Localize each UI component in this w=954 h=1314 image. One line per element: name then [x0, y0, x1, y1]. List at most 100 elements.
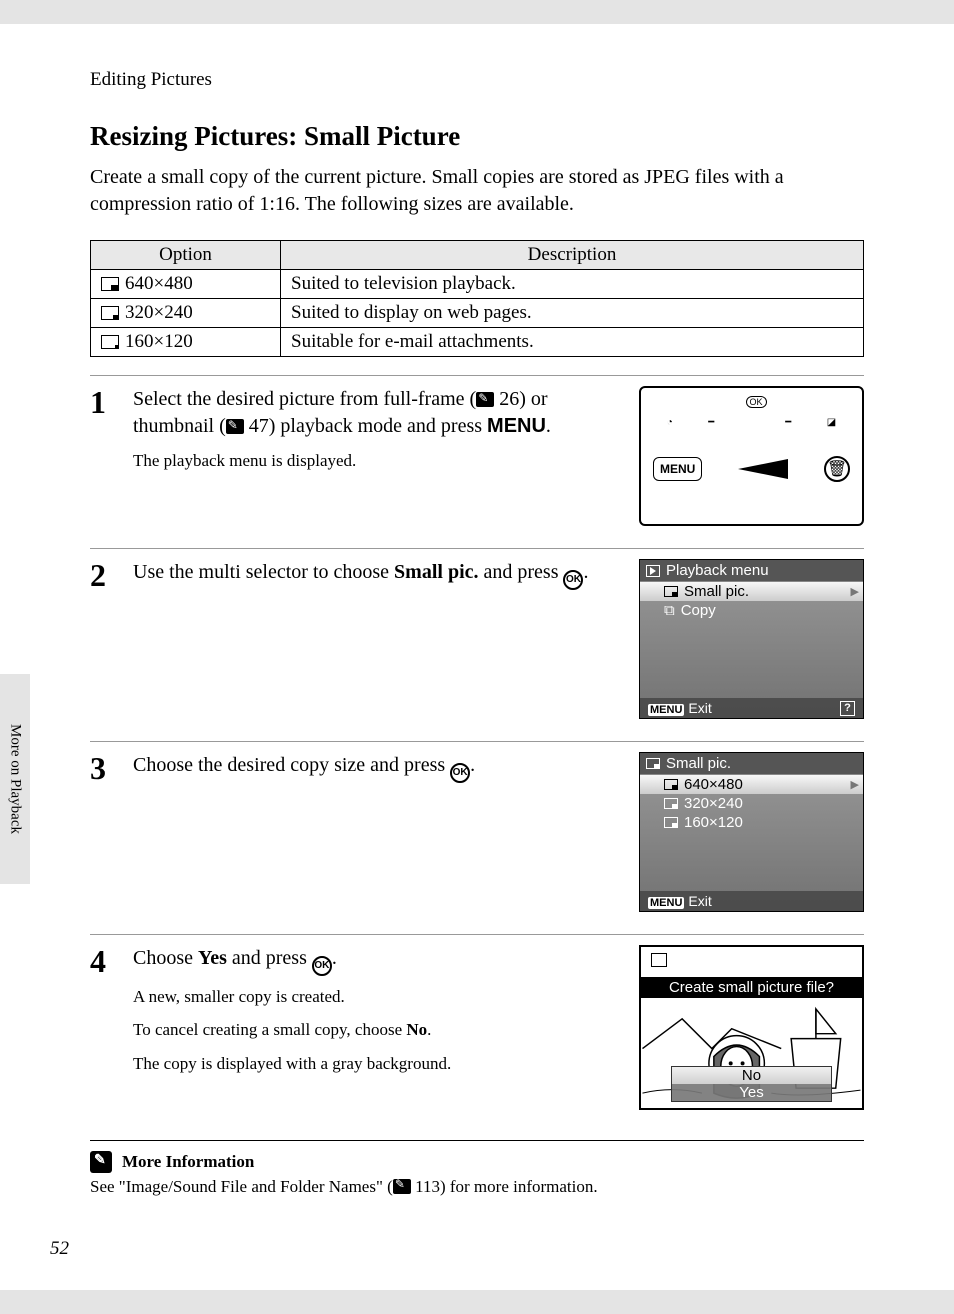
ok-label: OK — [746, 396, 767, 408]
menu-tag-icon: MENU — [648, 704, 684, 716]
menu-button[interactable]: MENU — [653, 457, 702, 481]
page-title: Resizing Pictures: Small Picture — [90, 121, 864, 152]
th-option: Option — [91, 241, 281, 270]
more-info-title: More Information — [122, 1152, 254, 1172]
exposure-icon: ◪ — [827, 417, 836, 428]
arrow-left-icon — [738, 459, 788, 479]
option-yes[interactable]: Yes — [672, 1084, 831, 1101]
more-info-text-b: ) for more information. — [440, 1177, 598, 1196]
breadcrumb: Editing Pictures — [90, 69, 864, 91]
lcd-playback-menu: Playback menu Small pic. ⧉Copy MENUExit … — [639, 559, 864, 719]
help-icon[interactable]: ? — [840, 701, 855, 716]
th-description: Description — [281, 241, 864, 270]
table-row: 640×480 Suited to television playback. — [91, 270, 864, 299]
menu-item-copy[interactable]: ⧉Copy — [640, 601, 863, 620]
step1-text-a: Select the desired picture from full-fra… — [133, 388, 476, 410]
size-icon-640 — [664, 779, 678, 790]
playback-icon — [646, 565, 660, 577]
menu-item-640[interactable]: 640×480 — [640, 775, 863, 794]
menu-tag-icon: MENU — [648, 897, 684, 909]
ok-icon: OK — [312, 956, 332, 976]
ok-icon: OK — [450, 763, 470, 783]
option-no[interactable]: No — [672, 1067, 831, 1084]
dash-icon: ━ — [785, 417, 791, 428]
desc-320: Suited to display on web pages. — [281, 299, 864, 328]
step3-text-b: . — [470, 754, 475, 776]
copy-icon: ⧉ — [664, 602, 675, 619]
step2-text-b: and press — [479, 561, 564, 583]
menu-item-160[interactable]: 160×120 — [640, 813, 863, 832]
intro-paragraph: Create a small copy of the current pictu… — [90, 164, 864, 218]
step2-text-a: Use the multi selector to choose — [133, 561, 394, 583]
step-number: 2 — [90, 559, 115, 591]
more-information-section: More Information See "Image/Sound File a… — [90, 1140, 864, 1197]
camera-diagram: OK ◔ ━ ━ ◪ MENU 🗑 — [639, 386, 864, 526]
options-table: Option Description 640×480 Suited to tel… — [90, 240, 864, 357]
step-2: 2 Use the multi selector to choose Small… — [90, 548, 864, 719]
step4-sub2-a: To cancel creating a small copy, choose — [133, 1020, 406, 1039]
small-pic-icon — [646, 758, 660, 769]
small-pic-icon — [651, 953, 667, 967]
size-icon-640 — [101, 277, 119, 291]
ok-icon: OK — [563, 570, 583, 590]
info-icon — [90, 1151, 112, 1173]
table-row: 160×120 Suitable for e-mail attachments. — [91, 328, 864, 357]
desc-640: Suited to television playback. — [281, 270, 864, 299]
step1-text-c: ) playback mode and press — [269, 415, 487, 437]
timer-icon: ◔ — [667, 417, 673, 428]
size-icon-320 — [101, 306, 119, 320]
step-number: 4 — [90, 945, 115, 977]
side-tab: More on Playback — [0, 674, 30, 884]
lcd-small-pic-menu: Small pic. 640×480 320×240 160×120 MENU E… — [639, 752, 864, 912]
size-icon-320 — [664, 798, 678, 809]
ref-icon — [476, 392, 494, 407]
opt-320: 320×240 — [125, 302, 193, 324]
more-info-text-a: See "Image/Sound File and Folder Names" … — [90, 1177, 393, 1196]
menu-label: MENU — [487, 415, 546, 437]
step2-text-c: . — [583, 561, 588, 583]
lcd-title: Small pic. — [640, 753, 863, 775]
menu-item-small-pic[interactable]: Small pic. — [640, 582, 863, 601]
lcd-title: Playback menu — [640, 560, 863, 582]
ref-icon — [393, 1179, 411, 1194]
step4-sub3: The copy is displayed with a gray backgr… — [133, 1051, 621, 1077]
step1-ref-b: 47 — [249, 415, 269, 437]
step-number: 1 — [90, 386, 115, 418]
page-number: 52 — [50, 1238, 69, 1260]
exit-label[interactable]: Exit — [688, 700, 711, 716]
step-3: 3 Choose the desired copy size and press… — [90, 741, 864, 912]
step1-sub: The playback menu is displayed. — [133, 448, 621, 474]
step-number: 3 — [90, 752, 115, 784]
step4-text-c: . — [332, 947, 337, 969]
dialog-question: Create small picture file? — [641, 977, 862, 998]
step4-sub1: A new, smaller copy is created. — [133, 984, 621, 1010]
opt-640: 640×480 — [125, 273, 193, 295]
step3-text-a: Choose the desired copy size and press — [133, 754, 450, 776]
side-tab-label: More on Playback — [7, 724, 24, 834]
step4-sub2-c: . — [427, 1020, 431, 1039]
dialog-options: No Yes — [671, 1066, 832, 1102]
opt-160: 160×120 — [125, 331, 193, 353]
ref-icon — [226, 419, 244, 434]
table-row: 320×240 Suited to display on web pages. — [91, 299, 864, 328]
exit-label[interactable]: Exit — [688, 893, 711, 909]
trash-button[interactable]: 🗑 — [824, 456, 850, 482]
step1-ref-a: 26 — [499, 388, 519, 410]
size-icon-160 — [664, 817, 678, 828]
step4-yes: Yes — [198, 947, 227, 969]
step2-bold: Small pic. — [394, 561, 478, 583]
step4-sub2-no: No — [406, 1020, 427, 1039]
desc-160: Suitable for e-mail attachments. — [281, 328, 864, 357]
dash-icon: ━ — [708, 417, 714, 428]
confirm-dialog: Create small picture file? — [639, 945, 864, 1110]
size-icon-160 — [101, 335, 119, 349]
small-pic-icon — [664, 586, 678, 597]
menu-item-320[interactable]: 320×240 — [640, 794, 863, 813]
trash-icon: 🗑 — [827, 459, 847, 479]
step-4: 4 Choose Yes and press OK. A new, smalle… — [90, 934, 864, 1110]
more-info-ref: 113 — [415, 1177, 440, 1196]
step4-text-b: and press — [227, 947, 312, 969]
step4-text-a: Choose — [133, 947, 198, 969]
step-1: 1 Select the desired picture from full-f… — [90, 375, 864, 526]
step1-text-d: . — [546, 415, 551, 437]
